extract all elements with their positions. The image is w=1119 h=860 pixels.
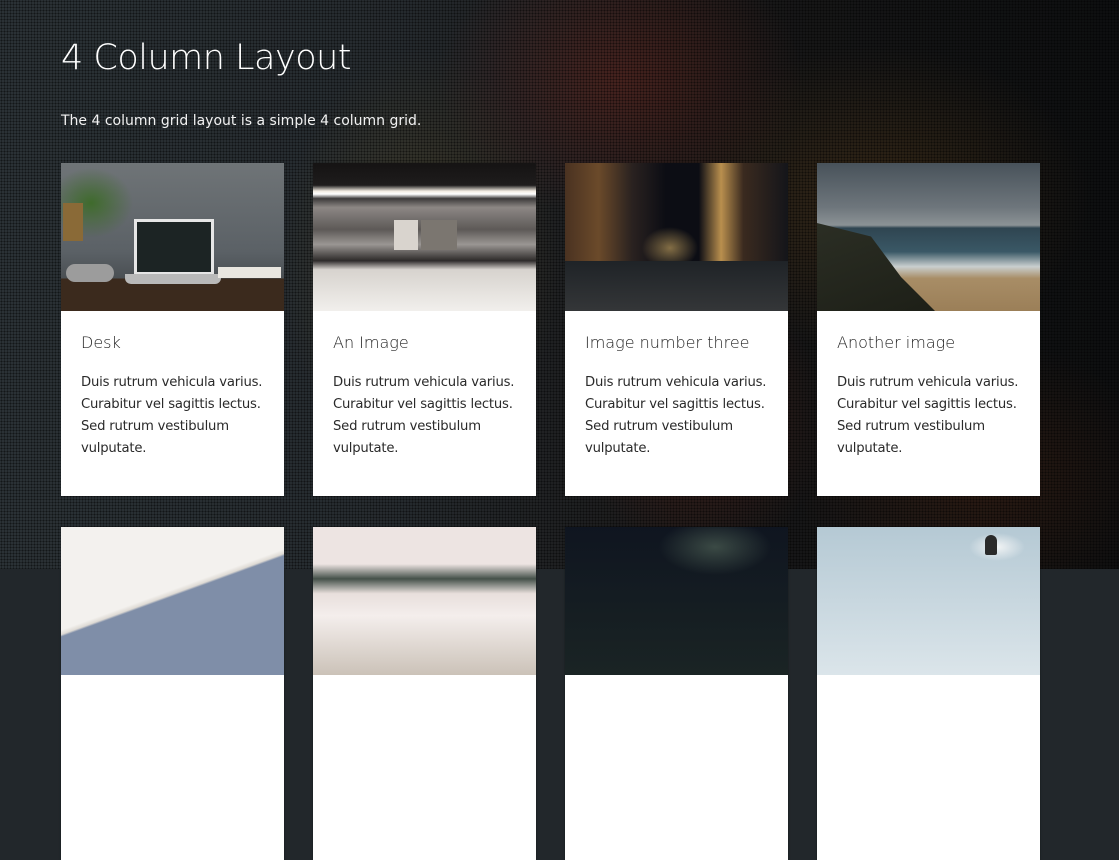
card-text: Duis rutrum vehicula varius. Curabitur v… [333,375,515,456]
card-row2-2[interactable] [313,527,536,860]
bird-shape [985,535,997,555]
card-image [313,163,536,311]
poster-shape [394,220,418,250]
card-image-number-three[interactable]: Image number three Duis rutrum vehicula … [565,163,788,496]
card-body: Image number three Duis rutrum vehicula … [565,311,788,460]
card-body: An Image Duis rutrum vehicula varius. Cu… [313,311,536,460]
card-text: Duis rutrum vehicula varius. Curabitur v… [585,375,767,456]
card-text: Duis rutrum vehicula varius. Curabitur v… [837,375,1019,456]
plant-shape [63,203,83,241]
card-text: Duis rutrum vehicula varius. Curabitur v… [81,375,263,456]
card-body: Another image Duis rutrum vehicula variu… [817,311,1040,460]
card-desk[interactable]: Desk Duis rutrum vehicula varius. Curabi… [61,163,284,496]
card-image [313,527,536,675]
book-shape [218,267,281,278]
road-shape [565,261,788,311]
card-image [565,163,788,311]
laptop-shape [134,219,214,274]
card-title: Image number three [585,333,750,352]
card-title: Another image [837,333,956,352]
card-title: Desk [81,333,121,352]
card-row2-4[interactable] [817,527,1040,860]
laptop-base-shape [125,274,221,284]
page-content: 4 Column Layout The 4 column grid layout… [0,0,1119,860]
card-image [817,163,1040,311]
card-an-image[interactable]: An Image Duis rutrum vehicula varius. Cu… [313,163,536,496]
cliff-shape [817,223,937,311]
page-title: 4 Column Layout [61,38,352,78]
card-body: Desk Duis rutrum vehicula varius. Curabi… [61,311,284,460]
card-image [817,527,1040,675]
card-row2-1[interactable] [61,527,284,860]
page-description: The 4 column grid layout is a simple 4 c… [61,113,422,129]
card-row2-3[interactable] [565,527,788,860]
card-image [61,527,284,675]
card-another-image[interactable]: Another image Duis rutrum vehicula variu… [817,163,1040,496]
poster-shape [421,220,457,250]
card-image [565,527,788,675]
card-image [61,163,284,311]
card-grid: Desk Duis rutrum vehicula varius. Curabi… [61,163,1040,860]
headphones-shape [66,264,114,282]
card-title: An Image [333,333,409,352]
